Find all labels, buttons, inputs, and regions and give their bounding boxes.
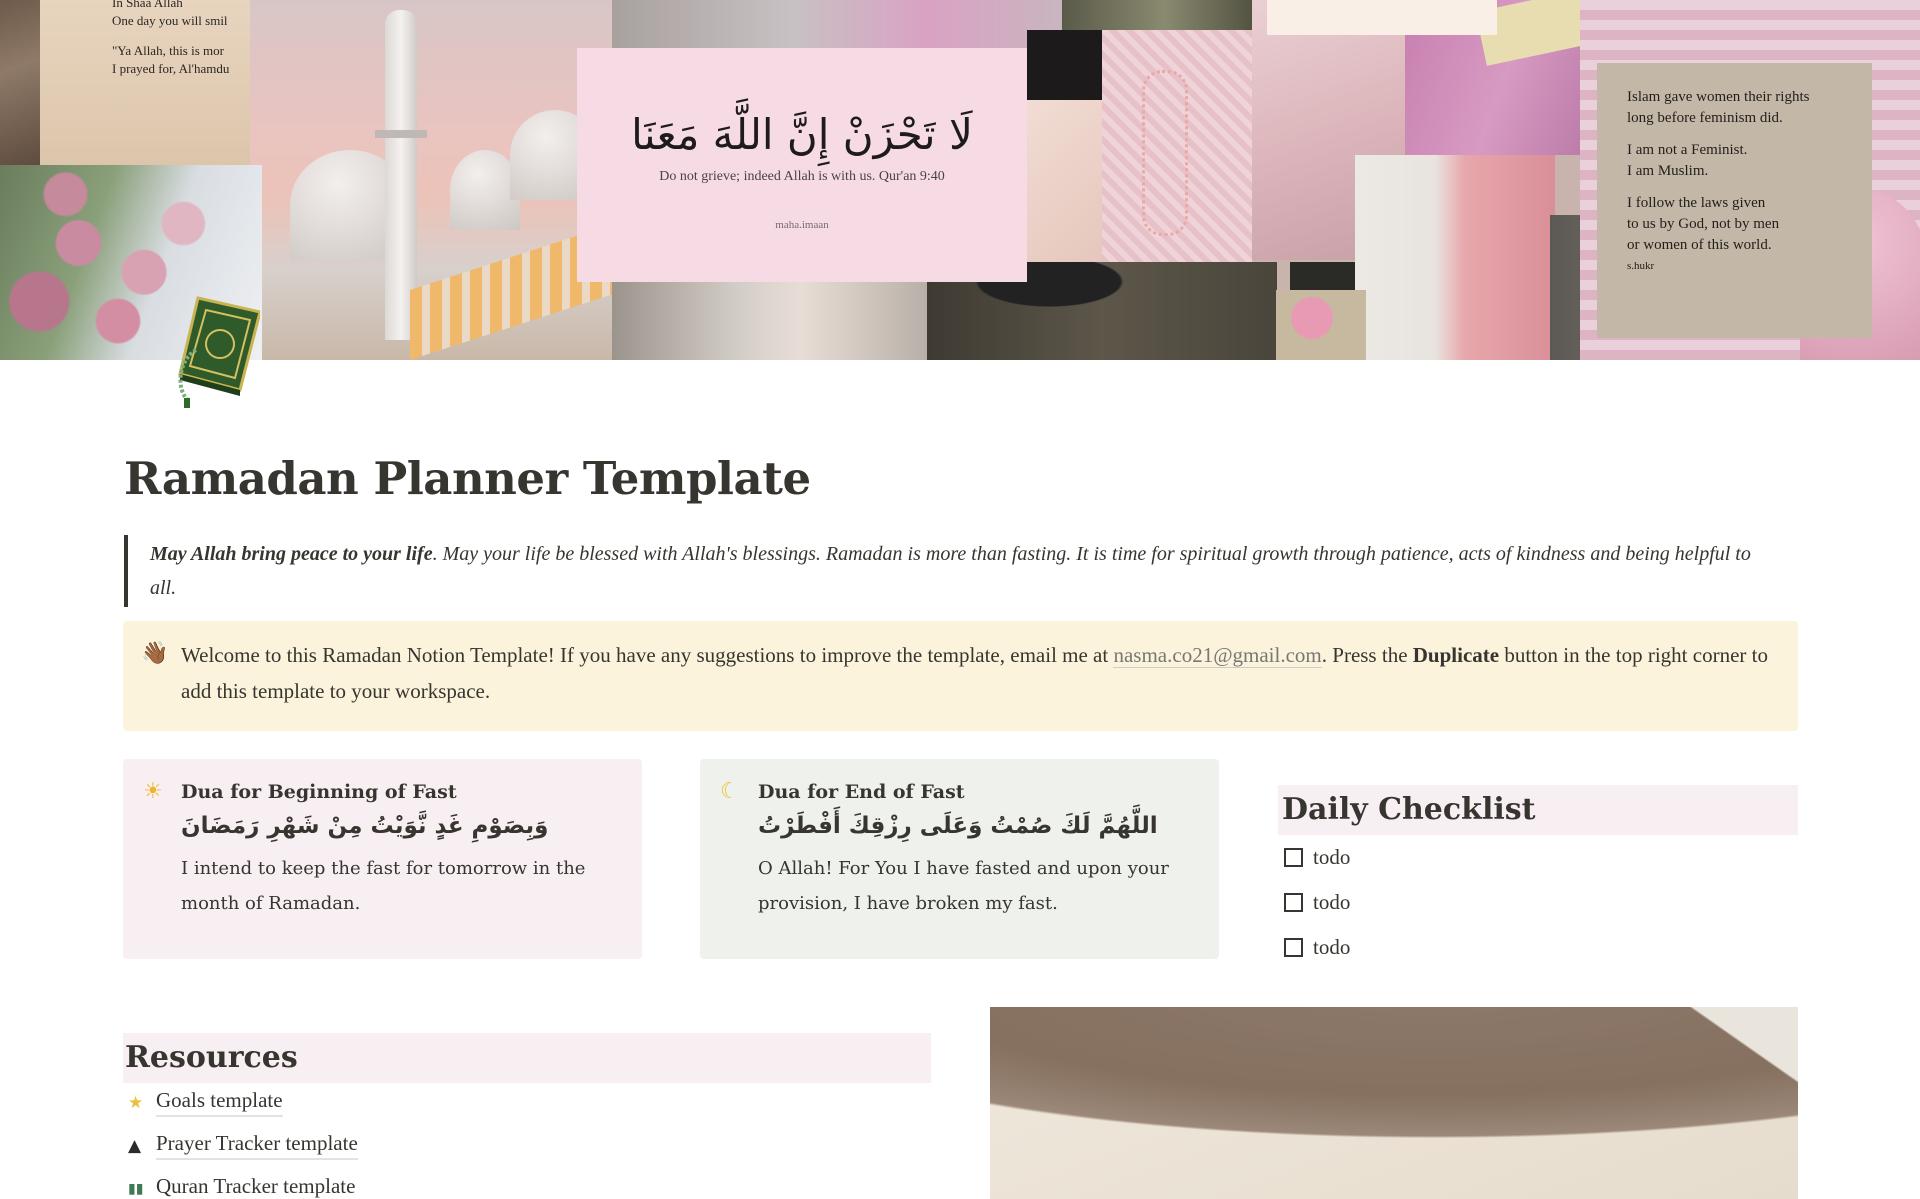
email-link[interactable]: nasma.co21@gmail.com [1113, 643, 1322, 668]
quote-line: or women of this world. [1627, 237, 1772, 253]
verse-english: Do not grieve; indeed Allah is with us. … [659, 169, 945, 184]
checkbox[interactable] [1284, 893, 1303, 912]
cover-photo [612, 0, 1062, 48]
checkbox[interactable] [1284, 938, 1303, 957]
welcome-callout[interactable]: 👋🏾 Welcome to this Ramadan Notion Templa… [123, 621, 1798, 731]
dua-arabic: اللَّهُمَّ لَكَ صُمْتُ وَعَلَى رِزْقِكَ … [758, 813, 1158, 839]
note-line: I prayed for, Al'hamdu [112, 61, 230, 76]
cover-photo [612, 282, 927, 360]
quote-block[interactable]: May Allah bring peace to your life. May … [124, 535, 1764, 607]
checkbox[interactable] [1284, 848, 1303, 867]
verse-credit: maha.imaan [775, 219, 829, 231]
quote-line: I follow the laws given [1627, 195, 1766, 211]
cover-photo [1062, 0, 1267, 30]
quote-bold: May Allah bring peace to your life [150, 543, 433, 565]
heading-text: Daily Checklist [1282, 792, 1536, 827]
daily-checklist-heading[interactable]: Daily Checklist [1278, 785, 1798, 835]
resource-link-label[interactable]: Quran Tracker template [156, 1174, 355, 1199]
callout-text: Welcome to this Ramadan Notion Template!… [181, 637, 1771, 731]
dua-arabic: وَبِصَوْمِ غَدٍ نَّوَيْتُ مِنْ شَهْرِ رَ… [181, 813, 549, 839]
todo-item[interactable]: todo [1284, 890, 1350, 915]
quote-signature: s.hukr [1627, 260, 1655, 272]
cover-prayer-beads-photo [1102, 30, 1252, 262]
todo-item[interactable]: todo [1284, 935, 1350, 960]
quote-line: to us by God, not by men [1627, 216, 1780, 232]
todo-item[interactable]: todo [1284, 845, 1350, 870]
todo-label[interactable]: todo [1313, 845, 1350, 870]
quote-line: I am not a Feminist. [1627, 142, 1748, 158]
prayer-figure-icon: ▲ [128, 1135, 142, 1156]
quran-book-icon[interactable] [168, 290, 262, 408]
cover-quran-verse-card: لَا تَحْزَنْ إِنَّ اللَّهَ مَعَنَا Do no… [577, 48, 1027, 282]
dua-title: Dua for Beginning of Fast [181, 781, 457, 803]
resource-link-quran-tracker[interactable]: ▮▮ Quran Tracker template [128, 1174, 355, 1199]
verse-arabic: لَا تَحْزَنْ إِنَّ اللَّهَ مَعَنَا [631, 110, 973, 159]
page-cover[interactable]: In Shaa Allah One day you will smil "Ya … [0, 0, 1920, 360]
resources-heading[interactable]: Resources [123, 1033, 931, 1083]
cover-photo [1355, 155, 1555, 360]
star-icon: ★ [128, 1092, 144, 1113]
crescent-moon-icon: ☾ [720, 779, 740, 804]
duplicate-bold: Duplicate [1412, 643, 1500, 667]
todo-label[interactable]: todo [1313, 935, 1350, 960]
todo-label[interactable]: todo [1313, 890, 1350, 915]
cover-quote-card: Islam gave women their rights long befor… [1597, 63, 1872, 338]
cover-photo [1276, 290, 1366, 360]
prayer-mat-photo [990, 1007, 1798, 1199]
cover-note-photo: In Shaa Allah One day you will smil "Ya … [40, 0, 250, 165]
resource-link-prayer-tracker[interactable]: ▲ Prayer Tracker template [128, 1131, 358, 1160]
dua-end-of-fast-callout[interactable]: ☾ Dua for End of Fast اللَّهُمَّ لَكَ صُ… [700, 759, 1219, 959]
quote-line: I am Muslim. [1627, 163, 1709, 179]
note-line: "Ya Allah, this is mor [112, 43, 224, 58]
heading-text: Resources [125, 1040, 298, 1075]
sun-icon: ☀ [143, 779, 163, 804]
dua-beginning-of-fast-callout[interactable]: ☀ Dua for Beginning of Fast وَبِصَوْمِ غ… [123, 759, 642, 959]
cover-photo [1267, 0, 1497, 35]
callout-text-part: . Press the [1321, 643, 1413, 667]
cover-mosque-photo [250, 0, 612, 360]
resource-link-goals[interactable]: ★ Goals template [128, 1088, 283, 1117]
quote-line: long before feminism did. [1627, 110, 1783, 126]
cover-photo [1027, 30, 1105, 102]
resource-link-label[interactable]: Goals template [156, 1088, 283, 1117]
callout-text-part: Welcome to this Ramadan Notion Template!… [181, 643, 1114, 667]
cover-photo [1027, 100, 1102, 280]
quote-text: May Allah bring peace to your life. May … [150, 537, 1764, 605]
note-line: In Shaa Allah [112, 0, 183, 10]
waving-hand-icon: 👋🏾 [141, 641, 169, 666]
dua-translation: I intend to keep the fast for tomorrow i… [181, 858, 586, 914]
note-line: One day you will smil [112, 13, 228, 28]
page-title[interactable]: Ramadan Planner Template [124, 452, 811, 505]
resource-link-label[interactable]: Prayer Tracker template [156, 1131, 358, 1160]
quote-line: Islam gave women their rights [1627, 89, 1810, 105]
open-book-icon: ▮▮ [128, 1180, 144, 1197]
dua-translation: O Allah! For You I have fasted and upon … [758, 858, 1169, 914]
dua-title: Dua for End of Fast [758, 781, 965, 803]
